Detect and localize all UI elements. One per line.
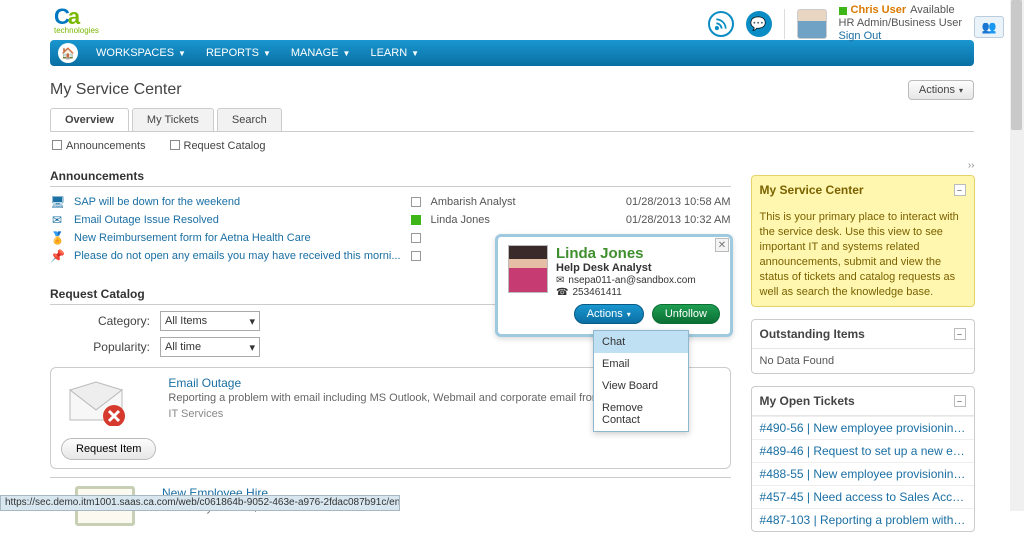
email-outage-icon (61, 376, 131, 430)
home-icon[interactable]: 🏠 (58, 43, 78, 63)
menu-email[interactable]: Email (594, 353, 688, 375)
checkbox-icon (170, 140, 180, 150)
caret-down-icon: ▾ (627, 310, 631, 319)
caret-down-icon: ▼ (411, 49, 419, 58)
panel-body: This is your primary place to interact w… (752, 204, 974, 306)
announcement-text: SAP will be down for the weekend (74, 196, 401, 208)
nav-manage[interactable]: MANAGE▼ (281, 47, 361, 59)
panel-title: My Service Center (760, 183, 864, 197)
status-dot-icon (839, 7, 847, 15)
announcement-row[interactable]: 🖥 SAP will be down for the weekend Ambar… (50, 193, 731, 211)
panel-body: No Data Found (752, 349, 974, 373)
minimize-sidebar[interactable]: ›› (751, 160, 975, 171)
main-nav: 🏠 WORKSPACES▼ REPORTS▼ MANAGE▼ LEARN▼ (50, 40, 974, 66)
mail-icon: ✉ (556, 275, 564, 286)
category-label: Category: (50, 314, 160, 328)
brand-logo: Ca technologies (54, 4, 114, 34)
nav-learn[interactable]: LEARN▼ (360, 47, 429, 59)
pin-icon: 📌 (50, 249, 64, 263)
tab-my-tickets[interactable]: My Tickets (132, 108, 214, 131)
browser-status-bar: https://sec.demo.itm1001.saas.ca.com/web… (0, 495, 400, 511)
category-select[interactable]: All Items▾ (160, 311, 260, 331)
announcement-date: 01/28/2013 10:32 AM (581, 214, 731, 226)
tab-search[interactable]: Search (217, 108, 282, 131)
announcement-author: Ambarish Analyst (431, 196, 571, 208)
menu-remove-contact[interactable]: Remove Contact (594, 397, 688, 431)
panel-title: My Open Tickets (760, 394, 855, 408)
scroll-thumb[interactable] (1011, 0, 1022, 130)
signout-link[interactable]: Sign Out (839, 30, 963, 43)
tab-overview[interactable]: Overview (50, 108, 129, 131)
user-block: Chris User Available HR Admin/Business U… (839, 4, 963, 43)
request-item-button[interactable]: Request Item (61, 438, 156, 460)
scrollbar[interactable] (1010, 0, 1024, 511)
logo-sub: technologies (54, 26, 114, 35)
page-title: My Service Center (50, 81, 182, 99)
user-name: Chris User (851, 4, 907, 17)
outstanding-panel: Outstanding Items – No Data Found (751, 319, 975, 374)
user-role: HR Admin/Business User (839, 17, 963, 30)
nav-workspaces[interactable]: WORKSPACES▼ (86, 47, 196, 59)
caret-down-icon: ▼ (343, 49, 351, 58)
announcements-header: Announcements (50, 166, 731, 187)
caret-down-icon: ▼ (178, 49, 186, 58)
help-panel: My Service Center – This is your primary … (751, 175, 975, 307)
profile-popover: ✕ Linda Jones Help Desk Analyst ✉ nsepa01… (495, 234, 733, 337)
profile-email: nsepa011-an@sandbox.com (568, 275, 695, 286)
panel-title: Outstanding Items (760, 327, 865, 341)
nav-reports[interactable]: REPORTS▼ (196, 47, 281, 59)
server-icon: 🖥 (50, 195, 64, 209)
collapse-icon[interactable]: – (954, 328, 966, 340)
announcement-text: Please do not open any emails you may ha… (74, 250, 401, 262)
profile-phone: 253461411 (572, 287, 621, 298)
status-square-icon (411, 251, 421, 261)
popularity-label: Popularity: (50, 340, 160, 354)
checkbox-icon (52, 140, 62, 150)
announcement-author: Linda Jones (431, 214, 571, 226)
status-square-icon (411, 233, 421, 243)
phone-icon: ☎ (556, 287, 568, 298)
chevron-down-icon: ▾ (249, 341, 255, 354)
tabs: Overview My Tickets Search (50, 108, 974, 132)
menu-chat[interactable]: Chat (594, 331, 688, 353)
popularity-select[interactable]: All time▾ (160, 337, 260, 357)
announcement-text: Email Outage Issue Resolved (74, 214, 401, 226)
page-actions-button[interactable]: Actions▾ (908, 80, 974, 100)
profile-actions-button[interactable]: Actions▾ (574, 304, 644, 324)
collapse-icon[interactable]: – (954, 395, 966, 407)
toggle-announcements[interactable]: Announcements (52, 140, 146, 152)
ticket-link[interactable]: #457-45 | Need access to Sales Accountin… (752, 485, 974, 508)
chat-icon[interactable]: 💬 (746, 11, 772, 37)
avatar[interactable] (797, 9, 827, 39)
people-panel-toggle[interactable]: 👥 (974, 16, 1004, 38)
menu-view-board[interactable]: View Board (594, 375, 688, 397)
close-icon[interactable]: ✕ (715, 238, 729, 252)
collapse-icon[interactable]: – (954, 184, 966, 196)
toggle-request-catalog[interactable]: Request Catalog (170, 140, 266, 152)
mail-icon: ✉ (50, 213, 64, 227)
announcement-text: New Reimbursement form for Aetna Health … (74, 232, 401, 244)
badge-icon: 🏅 (50, 231, 64, 245)
ticket-link[interactable]: #487-103 | Reporting a problem with emai… (752, 508, 974, 531)
ticket-link[interactable]: #489-46 | Request to set up a new employ… (752, 439, 974, 462)
profile-role: Help Desk Analyst (556, 262, 696, 274)
caret-down-icon: ▾ (959, 86, 963, 95)
rss-icon[interactable] (708, 11, 734, 37)
announcement-row[interactable]: ✉ Email Outage Issue Resolved Linda Jone… (50, 211, 731, 229)
announcement-date: 01/28/2013 10:58 AM (581, 196, 731, 208)
profile-avatar (508, 245, 548, 293)
ticket-link[interactable]: #488-55 | New employee provisioning requ… (752, 462, 974, 485)
profile-name: Linda Jones (556, 245, 696, 262)
tickets-panel: My Open Tickets – #490-56 | New employee … (751, 386, 975, 532)
user-status: Available (910, 4, 954, 17)
caret-down-icon: ▼ (263, 49, 271, 58)
chevron-down-icon: ▾ (249, 315, 255, 328)
unfollow-button[interactable]: Unfollow (652, 304, 720, 324)
status-square-icon (411, 215, 421, 225)
profile-actions-menu: Chat Email View Board Remove Contact (593, 330, 689, 432)
status-square-icon (411, 197, 421, 207)
ticket-link[interactable]: #490-56 | New employee provisioning requ… (752, 416, 974, 439)
